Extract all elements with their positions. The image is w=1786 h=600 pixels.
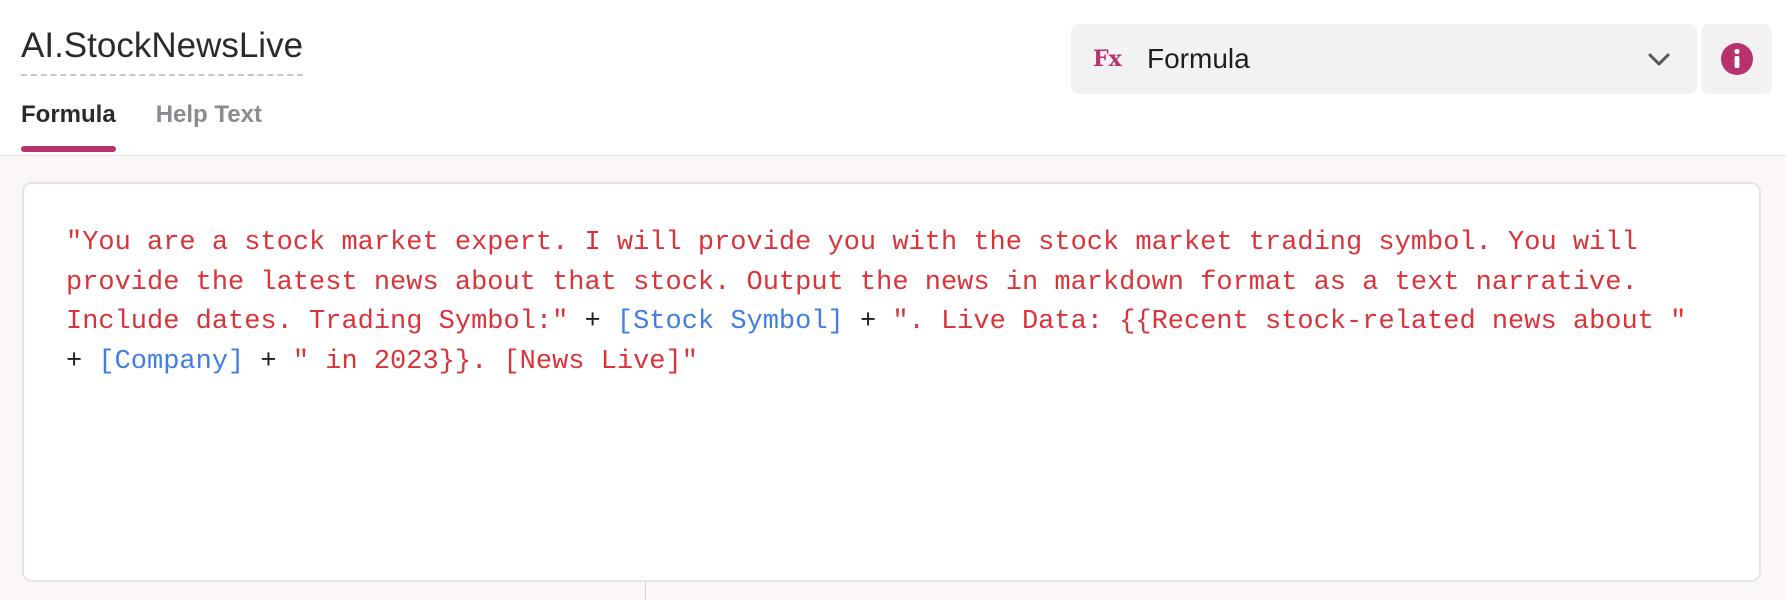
tab-bar: Formula Help Text (21, 100, 262, 152)
field-title[interactable]: AI.StockNewsLive (21, 24, 304, 76)
formula-operator-token: + (244, 346, 293, 377)
formula-string-token: ". Live Data: {{Recent stock-related new… (892, 307, 1687, 337)
formula-type-value: Formula (1147, 43, 1250, 74)
formula-string-token: " in 2023}}. [News Live]" (292, 346, 698, 377)
info-button[interactable] (1701, 24, 1772, 94)
panel-divider (645, 582, 646, 600)
fx-icon: Fx (1093, 46, 1122, 72)
tab-formula[interactable]: Formula (21, 100, 116, 152)
tab-help-text[interactable]: Help Text (156, 100, 262, 152)
formula-panel: "You are a stock market expert. I will p… (0, 156, 1786, 600)
formula-field-token: [Stock Symbol] (616, 307, 844, 337)
formula-operator-token: + (843, 307, 893, 337)
info-icon (1720, 43, 1753, 75)
formula-editor[interactable]: "You are a stock market expert. I will p… (22, 182, 1761, 582)
formula-field-token: [Company] (98, 346, 245, 377)
formula-type-dropdown[interactable]: Fx Formula (1071, 24, 1697, 94)
chevron-down-icon (1648, 53, 1670, 66)
formula-operator-token: + (568, 307, 617, 337)
field-header: AI.StockNewsLive Formula Help Text Fx Fo… (0, 0, 1786, 156)
